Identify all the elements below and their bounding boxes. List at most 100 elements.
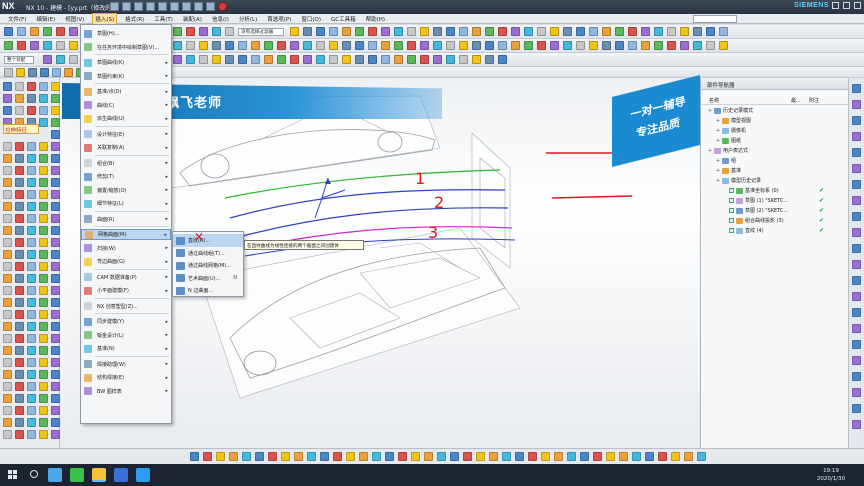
feature-checkbox[interactable]	[729, 198, 734, 203]
view-command-icon[interactable]	[450, 452, 459, 461]
view-command-icon[interactable]	[658, 452, 667, 461]
toolbar-command-icon[interactable]	[251, 41, 260, 50]
navigator-row[interactable]: 基准坐标系 (0) ✔	[701, 186, 849, 195]
feature-icon[interactable]	[39, 322, 48, 331]
expand-toggle-icon[interactable]: +	[715, 178, 721, 184]
feature-icon[interactable]	[39, 418, 48, 427]
toolbar-command-icon[interactable]	[407, 41, 416, 50]
toolbar-command-icon[interactable]	[693, 27, 702, 36]
menu-10[interactable]: 窗口(O)	[299, 14, 323, 24]
toolbar-command-icon[interactable]	[693, 41, 702, 50]
resource-tab-icon[interactable]	[852, 164, 861, 173]
menu-4[interactable]: 格式(R)	[123, 14, 146, 24]
window-switch-icon[interactable]	[206, 2, 215, 11]
feature-icon[interactable]	[15, 274, 24, 283]
toolbar-command-icon[interactable]	[264, 41, 273, 50]
view-command-icon[interactable]	[593, 452, 602, 461]
toolbar-command-icon[interactable]	[342, 55, 351, 64]
resource-tab-icon[interactable]	[852, 372, 861, 381]
insert-menu-item[interactable]: 小平面建模(F) ▸	[81, 285, 171, 296]
toolbar-command-icon[interactable]	[316, 27, 325, 36]
feature-icon[interactable]	[51, 370, 60, 379]
view-command-icon[interactable]	[216, 452, 225, 461]
toolbar-command-icon[interactable]	[225, 27, 234, 36]
insert-menu-item[interactable]: 网格曲面(M) ▸	[81, 229, 171, 240]
toolbar-command-icon[interactable]	[420, 27, 429, 36]
feature-icon[interactable]	[27, 298, 36, 307]
feature-icon[interactable]	[15, 394, 24, 403]
insert-menu-item[interactable]: 钣金设计(L) ▸	[81, 330, 171, 341]
feature-icon[interactable]	[51, 142, 60, 151]
feature-icon[interactable]	[15, 382, 24, 391]
view-command-icon[interactable]	[385, 452, 394, 461]
toolbar-command-icon[interactable]	[576, 41, 585, 50]
navigator-row[interactable]: 直纹 (4) ✔	[701, 226, 849, 235]
toolbar-command-icon[interactable]	[17, 41, 26, 50]
feature-icon[interactable]	[15, 418, 24, 427]
feature-icon[interactable]	[27, 334, 36, 343]
view-command-icon[interactable]	[580, 452, 589, 461]
toolbar-command-icon[interactable]	[446, 55, 455, 64]
feature-icon[interactable]	[15, 238, 24, 247]
toolbar-command-icon[interactable]	[69, 55, 78, 64]
navigator-row[interactable]: + 历史记录模式	[701, 106, 849, 115]
insert-menu-item[interactable]: 细节特征(L) ▸	[81, 198, 171, 209]
toolbar-command-icon[interactable]	[264, 55, 273, 64]
toolbar-command-icon[interactable]	[17, 27, 26, 36]
menu-5[interactable]: 工具(T)	[152, 14, 175, 24]
toolbar-command-icon[interactable]	[4, 27, 13, 36]
feature-icon[interactable]	[27, 226, 36, 235]
toolbar-command-icon[interactable]	[4, 41, 13, 50]
feature-icon[interactable]	[27, 430, 36, 439]
command-finder-input[interactable]	[693, 14, 738, 23]
feature-icon[interactable]	[3, 106, 12, 115]
feature-icon[interactable]	[3, 394, 12, 403]
feature-icon[interactable]	[3, 322, 12, 331]
toolbar-command-icon[interactable]	[303, 55, 312, 64]
feature-checkbox[interactable]	[729, 228, 734, 233]
feature-icon[interactable]	[15, 166, 24, 175]
toolbar-command-icon[interactable]	[381, 55, 390, 64]
insert-menu-item[interactable]: 关联复制(A) ▸	[81, 142, 171, 153]
toolbar-command-icon[interactable]	[173, 41, 182, 50]
feature-icon[interactable]	[3, 334, 12, 343]
feature-icon[interactable]	[27, 310, 36, 319]
expand-toggle-icon[interactable]: +	[707, 148, 713, 154]
feature-icon[interactable]	[15, 346, 24, 355]
menu-2[interactable]: 视图(V)	[63, 14, 86, 24]
feature-icon[interactable]	[39, 370, 48, 379]
feature-icon[interactable]	[39, 214, 48, 223]
save-icon[interactable]	[110, 2, 119, 11]
feature-icon[interactable]	[3, 166, 12, 175]
view-command-icon[interactable]	[203, 452, 212, 461]
media-app-icon[interactable]	[114, 468, 128, 482]
feature-checkbox[interactable]	[729, 188, 734, 193]
col-note[interactable]: 附注	[809, 97, 819, 104]
view-command-icon[interactable]	[268, 452, 277, 461]
toolbar-command-icon[interactable]	[511, 41, 520, 50]
toolbar-command-icon[interactable]	[173, 55, 182, 64]
feature-icon[interactable]	[51, 322, 60, 331]
mesh-submenu-item[interactable]: 通过曲线网格(M)...	[173, 259, 243, 272]
feature-icon[interactable]	[15, 322, 24, 331]
toolbar-command-icon[interactable]	[381, 27, 390, 36]
toolbar-command-icon[interactable]	[680, 27, 689, 36]
toolbar-command-icon[interactable]	[238, 55, 247, 64]
feature-icon[interactable]	[27, 190, 36, 199]
resource-tab-icon[interactable]	[852, 420, 861, 429]
curve-2-blue-b[interactable]	[234, 207, 509, 239]
feature-icon[interactable]	[51, 190, 60, 199]
insert-menu-item[interactable]: 结构焊接(E) ▸	[81, 372, 171, 383]
toolbar-command-icon[interactable]	[563, 41, 572, 50]
assembly-scope-dropdown[interactable]: 整个装配	[4, 56, 34, 64]
toolbar-command-icon[interactable]	[225, 55, 234, 64]
feature-icon[interactable]	[51, 94, 60, 103]
feature-icon[interactable]	[3, 214, 12, 223]
insert-menu-item[interactable]: 草图约束(K) ▸	[81, 71, 171, 82]
feature-icon[interactable]	[27, 394, 36, 403]
feature-icon[interactable]	[39, 310, 48, 319]
toolbar-command-icon[interactable]	[628, 27, 637, 36]
resource-tab-icon[interactable]	[852, 388, 861, 397]
toolbar-command-icon[interactable]	[394, 27, 403, 36]
toolbar-command-icon[interactable]	[550, 41, 559, 50]
